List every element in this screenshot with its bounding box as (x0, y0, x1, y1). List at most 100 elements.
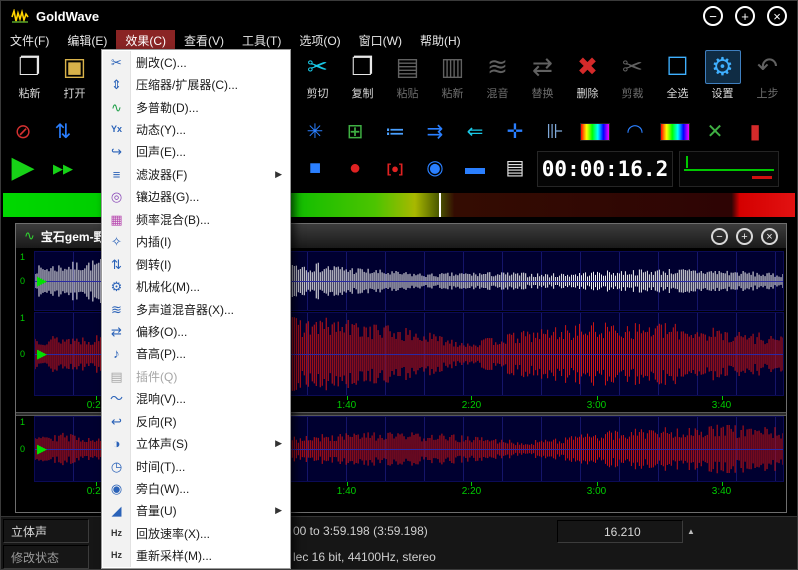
menu-item-reverb[interactable]: 〜混响(V)... (103, 388, 289, 410)
control-toolbar-left-bottom: ▶▶▶ (5, 151, 81, 185)
invert-icon: ⇅ (103, 258, 130, 271)
menubar-item-view[interactable]: 查看(V) (175, 30, 233, 51)
menu-item-censor[interactable]: ✂删改(C)... (103, 51, 289, 73)
menu-item-doppler[interactable]: ∿多普勒(D)... (103, 96, 289, 118)
menubar-item-edit[interactable]: 编辑(E) (58, 30, 116, 51)
goldwave-logo-icon (11, 9, 29, 23)
menu-item-resample[interactable]: Hz重新采样(M)... (103, 545, 289, 567)
play-marker-icon[interactable]: ▶ (37, 346, 47, 362)
menu-item-offset[interactable]: ⇄偏移(O)... (103, 320, 289, 342)
properties-icon: ▤ (506, 158, 525, 178)
menu-item-filter[interactable]: ≡滤波器(F)▶ (103, 163, 289, 185)
delete-icon: ✖ (570, 50, 606, 84)
channel-mode-cell[interactable]: 立体声 (3, 519, 89, 543)
ctrl-updown-arrows-button[interactable]: ⇅ (45, 115, 81, 149)
menu-item-frequency-blend[interactable]: ▦频率混合(B)... (103, 208, 289, 230)
play-marker-icon[interactable]: ▶ (37, 441, 47, 457)
multichannel-mixer-icon: ≋ (103, 303, 130, 316)
ctrl-fast-play-button[interactable]: ▶▶ (45, 151, 81, 185)
ctrl-forward-arrows-button[interactable]: ⇉ (417, 115, 453, 149)
axis-label: 3:00 (587, 400, 606, 411)
sound-maximize-button[interactable]: + (736, 228, 753, 245)
menu-item-stereo[interactable]: ◑立体声(S)▶ (103, 432, 289, 454)
axis-label: 3:40 (712, 400, 731, 411)
ctrl-spectrum-button[interactable] (577, 115, 613, 149)
menubar-item-effects[interactable]: 效果(C) (116, 30, 175, 51)
toolbar-cut-button[interactable]: ✂剪切 (295, 50, 340, 110)
menu-item-echo[interactable]: ↪回声(E)... (103, 141, 289, 163)
toolbar-caption: 复制 (352, 85, 374, 101)
menu-item-multichannel-mixer[interactable]: ≋多声道混音器(X)... (103, 298, 289, 320)
menubar-item-tools[interactable]: 工具(T) (233, 30, 290, 51)
menu-item-compressor-expander[interactable]: ⇕压缩器/扩展器(C)... (103, 73, 289, 95)
forbidden-icon: ⊘ (15, 122, 32, 142)
menu-item-reverse[interactable]: ↩反向(R) (103, 410, 289, 432)
menubar-item-options[interactable]: 选项(O) (290, 30, 349, 51)
menu-item-label: 机械化(M)... (130, 278, 200, 295)
spinner-up-icon[interactable]: ▲ (687, 527, 695, 536)
minimize-button[interactable]: − (703, 6, 723, 26)
ctrl-stop-button[interactable]: ■ (297, 151, 333, 185)
ctrl-monitor-button[interactable]: ◉ (417, 151, 453, 185)
app-title: GoldWave (36, 9, 99, 24)
sound-close-button[interactable]: × (761, 228, 778, 245)
ctrl-play-button[interactable]: ▶ (5, 151, 41, 185)
toolbar-paste-new-button[interactable]: ❐粘新 (7, 50, 52, 110)
toolbar-select-all-button[interactable]: ☐全选 (655, 50, 700, 110)
ctrl-record-selection-button[interactable]: [●] (377, 151, 413, 185)
menubar-item-help[interactable]: 帮助(H) (411, 30, 470, 51)
menubar-item-file[interactable]: 文件(F) (1, 30, 58, 51)
ctrl-add-image-button[interactable]: ⊞ (337, 115, 373, 149)
ctrl-arch-button[interactable]: ◠ (617, 115, 653, 149)
toolbar-open-button[interactable]: ▣打开 (52, 50, 97, 110)
level-meter-marker (439, 193, 441, 217)
move-icon: ✛ (507, 122, 524, 142)
control-toolbar-left-top: ⊘⇅ (5, 115, 81, 149)
menu-item-playback-rate[interactable]: Hz回放速率(X)... (103, 522, 289, 544)
menu-item-label: 删改(C)... (130, 54, 187, 71)
ctrl-spectrogram-button[interactable] (657, 115, 693, 149)
menu-item-dynamics[interactable]: Yx动态(Y)... (103, 118, 289, 140)
menu-item-time[interactable]: ◷时间(T)... (103, 455, 289, 477)
toolbar-delete-button[interactable]: ✖删除 (565, 50, 610, 110)
star-icon: ✳ (307, 122, 324, 142)
toolbar-caption: 删除 (577, 85, 599, 101)
ctrl-forbidden-button[interactable]: ⊘ (5, 115, 41, 149)
toolbar-copy-button[interactable]: ❐复制 (340, 50, 385, 110)
ctrl-record-button[interactable]: ● (337, 151, 373, 185)
menubar: 文件(F)编辑(E)效果(C)查看(V)工具(T)选项(O)窗口(W)帮助(H) (1, 31, 797, 50)
play-marker-icon[interactable]: ▶ (37, 273, 47, 289)
censor-icon: ✂ (103, 56, 130, 69)
menu-item-flanger[interactable]: ◎镶边器(G)... (103, 186, 289, 208)
sound-minimize-button[interactable]: − (711, 228, 728, 245)
ctrl-properties-button[interactable]: ▤ (497, 151, 533, 185)
submenu-arrow-icon: ▶ (275, 505, 282, 516)
menubar-item-window[interactable]: 窗口(W) (350, 30, 411, 51)
close-button[interactable]: × (767, 6, 787, 26)
scale-label: 0 (20, 444, 25, 454)
menu-item-label: 频率混合(B)... (130, 211, 210, 228)
ctrl-green-x-button[interactable]: ✕ (697, 115, 733, 149)
ctrl-star-button[interactable]: ✳ (297, 115, 333, 149)
sound-window-controls: − + × (711, 228, 778, 245)
channel-mode-label: 立体声 (11, 523, 47, 540)
ctrl-equalizer-button[interactable]: ⊪ (537, 115, 573, 149)
ctrl-red-clip-button[interactable]: ▮ (737, 115, 773, 149)
menu-item-label: 重新采样(M)... (130, 547, 212, 564)
position-value-cell[interactable]: 16.210 (557, 520, 683, 543)
ctrl-playlist-button[interactable]: ≔ (377, 115, 413, 149)
maximize-button[interactable]: + (735, 6, 755, 26)
ctrl-blue-bar-button[interactable]: ▬ (457, 151, 493, 185)
ctrl-move-button[interactable]: ✛ (497, 115, 533, 149)
menu-item-label: 回声(E)... (130, 143, 186, 160)
menu-item-interpolate[interactable]: ✧内插(I) (103, 231, 289, 253)
monitor-meter-panel (679, 151, 779, 187)
menu-item-pitch[interactable]: ♪音高(P)... (103, 343, 289, 365)
menu-item-label: 镶边器(G)... (130, 188, 199, 205)
menu-item-invert[interactable]: ⇅倒转(I) (103, 253, 289, 275)
ctrl-back-arrow-button[interactable]: ⇐ (457, 115, 493, 149)
menu-item-mechanize[interactable]: ⚙机械化(M)... (103, 275, 289, 297)
menu-item-volume[interactable]: ◢音量(U)▶ (103, 500, 289, 522)
menu-item-voice-over[interactable]: ◉旁白(W)... (103, 477, 289, 499)
toolbar-settings-button[interactable]: ⚙设置 (700, 50, 745, 110)
